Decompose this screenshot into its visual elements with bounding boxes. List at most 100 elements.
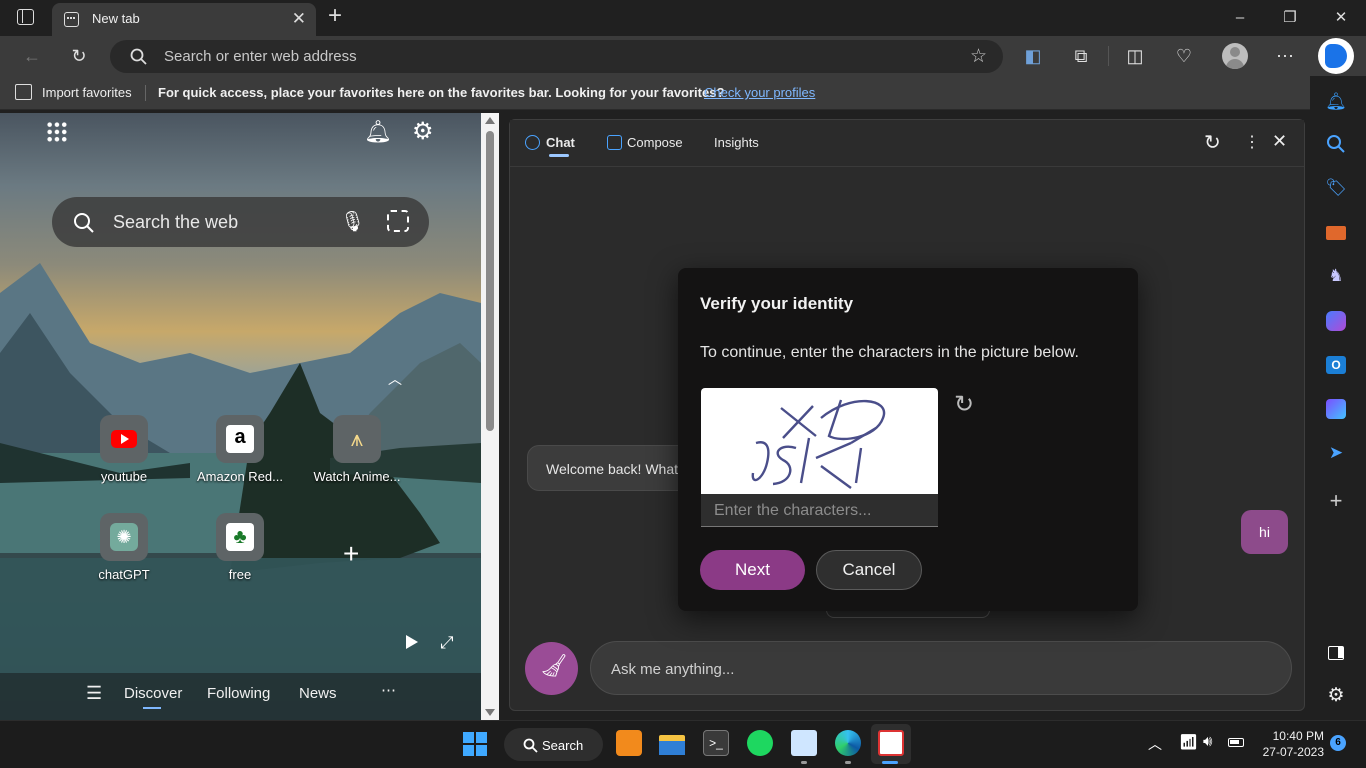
apps-launcher-icon[interactable]	[46, 121, 68, 143]
feed-tab-discover[interactable]: Discover	[124, 685, 182, 702]
sublime-text-icon[interactable]	[616, 730, 642, 756]
show-hidden-icons[interactable]: ︿	[1148, 734, 1162, 754]
quicklink-tile[interactable]: ♣ free	[190, 513, 290, 582]
clock[interactable]: 10:40 PM 27-07-2023	[1256, 728, 1324, 760]
ask-input[interactable]: Ask me anything...	[590, 641, 1292, 695]
feed-navigation: ☰ Discover Following News ⋯	[0, 673, 481, 720]
running-indicator	[801, 761, 807, 764]
feed-tab-news[interactable]: News	[299, 685, 337, 702]
taskbar-search[interactable]: Search	[504, 728, 603, 761]
page-scrollbar[interactable]	[481, 113, 499, 720]
notification-badge[interactable]: 6	[1330, 735, 1346, 751]
outlook-icon[interactable]: O	[1323, 352, 1349, 378]
new-tab-page: 🔔︎ ⚙ Search the web 🎙︎ ︿ youtube a Amazo…	[0, 113, 481, 720]
tile-label: youtube	[100, 469, 148, 484]
split-screen-icon[interactable]: ◫	[1121, 44, 1149, 68]
battery-icon[interactable]	[1228, 738, 1244, 747]
next-button[interactable]: Next	[700, 550, 805, 590]
tab-chat[interactable]: Chat	[546, 135, 575, 150]
collapse-tiles-icon[interactable]: ︿	[388, 369, 402, 389]
browser-essentials-icon[interactable]: ♡	[1170, 44, 1198, 68]
sidebar-settings-icon[interactable]: ⚙	[1323, 683, 1349, 709]
refresh-icon[interactable]: ↻	[65, 44, 93, 68]
shopping-tag-icon[interactable]: 🏷︎	[1323, 175, 1349, 201]
new-tab-button[interactable]: +	[324, 4, 346, 28]
web-search-box[interactable]: Search the web 🎙︎	[52, 197, 429, 247]
edge-icon[interactable]	[835, 730, 861, 756]
feed-menu-icon[interactable]: ☰	[86, 683, 102, 704]
back-icon[interactable]: ←	[18, 44, 46, 68]
copilot-icon[interactable]	[1318, 38, 1354, 74]
file-explorer-icon[interactable]	[659, 730, 685, 756]
address-bar[interactable]: Search or enter web address ☆	[110, 40, 1003, 73]
start-button[interactable]	[463, 732, 487, 756]
import-favorites-icon[interactable]	[15, 84, 32, 100]
quicklink-tile[interactable]: ⩚ Watch Anime...	[307, 415, 407, 484]
extensions-icon[interactable]: ⧉	[1067, 44, 1095, 68]
sidebar-search-icon[interactable]	[1323, 131, 1349, 157]
minimize-button[interactable]: –	[1217, 6, 1263, 30]
cards-icon: ♣	[216, 513, 264, 561]
tab-new-tab[interactable]: New tab ✕	[52, 3, 316, 36]
broom-icon: 🧹︎	[540, 653, 568, 678]
quicklink-tile[interactable]: youtube	[74, 415, 174, 484]
welcome-text: Welcome back! What	[546, 461, 679, 477]
clock-date: 27-07-2023	[1262, 745, 1324, 759]
drop-send-icon[interactable]: ➤	[1323, 440, 1349, 466]
check-profiles-link[interactable]: Check your profiles	[704, 85, 815, 100]
new-topic-button[interactable]: 🧹︎	[525, 642, 578, 695]
restore-button[interactable]: ❐	[1267, 6, 1313, 30]
quicklink-tile[interactable]: ✺ chatGPT	[74, 513, 174, 582]
scroll-thumb[interactable]	[486, 131, 494, 431]
close-window-button[interactable]: ✕	[1318, 6, 1364, 30]
tracking-prevention-icon[interactable]: ◧	[1019, 44, 1047, 68]
games-icon[interactable]: ♞	[1323, 263, 1349, 289]
monitor-app-icon[interactable]	[791, 730, 817, 756]
add-sidebar-app-icon[interactable]: +	[1323, 488, 1349, 514]
terminal-icon[interactable]: >_	[703, 730, 729, 756]
scroll-down-arrow[interactable]	[485, 709, 495, 716]
youtube-icon	[100, 415, 148, 463]
tile-label: Watch Anime...	[313, 469, 401, 484]
profile-avatar[interactable]	[1222, 43, 1248, 69]
tab-actions-icon[interactable]	[17, 9, 34, 25]
refresh-captcha-icon[interactable]: ↻	[954, 390, 974, 419]
play-video-icon[interactable]	[406, 635, 418, 649]
dialog-title: Verify your identity	[700, 294, 854, 313]
notifications-bell-icon[interactable]: 🔔︎	[364, 119, 392, 145]
notification-bell-icon[interactable]: 🔔︎	[1323, 89, 1349, 115]
more-options-icon[interactable]: ⋯	[1271, 44, 1299, 68]
snipping-tool-icon[interactable]	[878, 730, 904, 756]
active-tab-indicator	[143, 707, 161, 709]
favorites-bar: Import favorites For quick access, place…	[0, 76, 1310, 110]
refresh-icon[interactable]: ↻	[1204, 130, 1221, 155]
wifi-icon[interactable]: 📶︎	[1179, 733, 1198, 751]
scroll-up-arrow[interactable]	[485, 117, 495, 124]
voice-search-icon[interactable]: 🎙︎	[340, 209, 365, 234]
volume-icon[interactable]: 🔊︎	[1203, 733, 1212, 750]
spotify-icon[interactable]	[747, 730, 773, 756]
close-panel-icon[interactable]: ✕	[1272, 131, 1287, 152]
page-settings-icon[interactable]: ⚙	[412, 117, 434, 146]
captcha-input[interactable]: Enter the characters...	[701, 494, 938, 527]
tab-compose[interactable]: Compose	[627, 135, 683, 150]
tile-label: free	[228, 567, 252, 582]
add-shortcut-button[interactable]: +	[343, 538, 359, 570]
feed-more-icon[interactable]: ⋯	[381, 681, 396, 699]
microsoft-365-icon[interactable]	[1323, 308, 1349, 334]
panel-more-icon[interactable]: ⋮	[1244, 132, 1260, 152]
cancel-button[interactable]: Cancel	[816, 550, 922, 590]
designer-icon[interactable]	[1323, 396, 1349, 422]
tab-insights[interactable]: Insights	[714, 135, 759, 150]
dialog-description: To continue, enter the characters in the…	[700, 344, 1079, 361]
expand-icon[interactable]: ⤢	[440, 633, 454, 653]
hide-sidebar-icon[interactable]	[1323, 640, 1349, 666]
tools-icon[interactable]	[1323, 220, 1349, 246]
visual-search-icon[interactable]	[387, 210, 409, 232]
feed-tab-following[interactable]: Following	[207, 685, 270, 702]
import-favorites-button[interactable]: Import favorites	[42, 85, 132, 100]
quicklink-tile[interactable]: a Amazon Red...	[190, 415, 290, 484]
search-icon	[130, 48, 147, 65]
close-tab-icon[interactable]: ✕	[292, 9, 306, 29]
favorite-star-icon[interactable]: ☆	[970, 45, 987, 68]
